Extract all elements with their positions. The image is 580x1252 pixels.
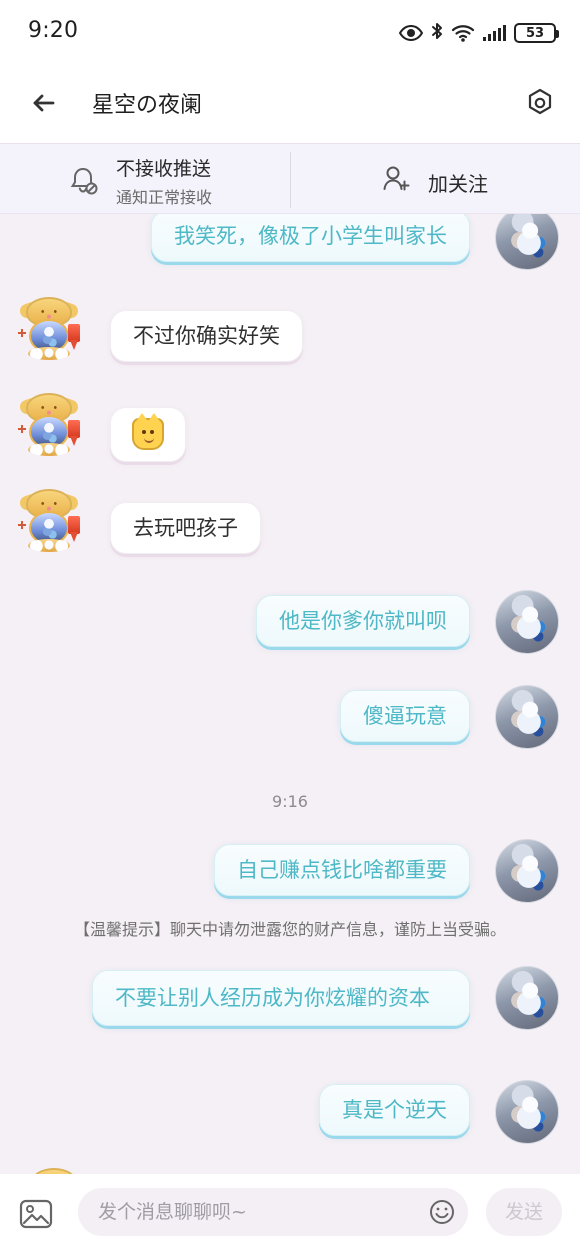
eye-icon — [399, 24, 423, 42]
arrow-left-icon — [29, 89, 57, 121]
battery-icon: 53 — [514, 23, 559, 43]
status-time: 9:20 — [28, 18, 79, 43]
friend-avatar[interactable] — [17, 392, 81, 456]
image-icon — [18, 1199, 54, 1236]
signal-icon — [482, 24, 507, 42]
my-avatar[interactable] — [495, 1080, 559, 1144]
chat-screen: 9:20 53 星空の夜阑 不接收推送 通知正常接收 加关注 我笑死，像极了小学… — [0, 0, 580, 1252]
message-text: 去玩吧孩子 — [133, 516, 238, 540]
emoji-button[interactable] — [428, 1198, 456, 1226]
message-text: 不要让别人经历成为你炫耀的资本 — [115, 986, 430, 1010]
message-input-wrapper[interactable] — [78, 1188, 468, 1236]
message-bubble-friend: 去玩吧孩子 — [110, 502, 261, 554]
friend-avatar[interactable] — [17, 296, 81, 360]
conversation-actions-bar: 不接收推送 通知正常接收 加关注 — [0, 144, 580, 214]
message-bubble-me: 真是个逆天 — [319, 1084, 470, 1136]
cat-emoji-icon — [132, 413, 164, 450]
status-bar: 9:20 53 — [0, 0, 580, 66]
message-timestamp: 9:16 — [272, 792, 308, 811]
my-avatar[interactable] — [495, 214, 559, 270]
mute-push-toggle[interactable]: 不接收推送 通知正常接收 — [0, 144, 290, 214]
friend-avatar[interactable] — [17, 488, 81, 552]
message-text: 不过你确实好笑 — [133, 324, 280, 348]
message-text: 我笑死，像极了小学生叫家长 — [174, 224, 447, 248]
message-text: 傻逼玩意 — [363, 704, 447, 728]
message-bubble-me: 自己赚点钱比啥都重要 — [214, 844, 470, 896]
status-icons: 53 — [399, 18, 559, 48]
mute-subtitle: 通知正常接收 — [116, 188, 213, 207]
safety-notice: 【温馨提示】聊天中请勿泄露您的财产信息，谨防上当受骗。 — [73, 920, 506, 939]
message-bubble-me: 我笑死，像极了小学生叫家长 — [151, 214, 470, 262]
mute-title: 不接收推送 — [116, 158, 212, 180]
settings-icon — [524, 87, 556, 123]
message-composer: 发送 — [0, 1174, 580, 1252]
wifi-icon — [451, 23, 475, 43]
message-input[interactable] — [96, 1188, 416, 1236]
message-bubble-me-multiline: 不要让别人经历成为你炫耀的资本 — [92, 970, 470, 1026]
my-avatar[interactable] — [495, 590, 559, 654]
back-button[interactable] — [24, 86, 62, 124]
message-bubble-me: 他是你爹你就叫呗 — [256, 595, 470, 647]
my-avatar[interactable] — [495, 685, 559, 749]
settings-button[interactable] — [518, 83, 562, 127]
user-plus-icon — [381, 164, 411, 194]
bluetooth-icon — [430, 23, 444, 43]
battery-level: 53 — [525, 25, 545, 41]
chat-header: 星空の夜阑 — [0, 66, 580, 144]
follow-button[interactable]: 加关注 — [291, 144, 580, 214]
message-text: 自己赚点钱比啥都重要 — [237, 858, 447, 882]
message-text: 真是个逆天 — [342, 1098, 447, 1122]
bell-muted-icon — [66, 164, 100, 198]
my-avatar[interactable] — [495, 966, 559, 1030]
send-button[interactable]: 发送 — [486, 1188, 562, 1236]
my-avatar[interactable] — [495, 839, 559, 903]
message-list: 我笑死，像极了小学生叫家长 不过你确实好笑 去玩吧孩子 他是你爹你就叫呗 傻逼玩… — [0, 214, 580, 1174]
message-bubble-friend-emoji — [110, 407, 186, 462]
message-text: 他是你爹你就叫呗 — [279, 609, 447, 633]
follow-label: 加关注 — [428, 172, 488, 196]
gallery-button[interactable] — [18, 1196, 54, 1232]
page-title: 星空の夜阑 — [92, 93, 203, 118]
message-bubble-friend: 不过你确实好笑 — [110, 310, 303, 362]
message-bubble-me: 傻逼玩意 — [340, 690, 470, 742]
emoji-icon — [428, 1200, 456, 1230]
